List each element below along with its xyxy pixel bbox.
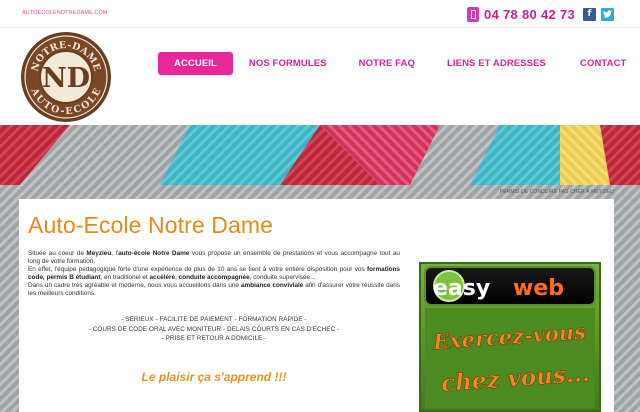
intro-p3-text: Dans un cadre très agréable et moderne, … <box>28 282 241 289</box>
features-list: - SERIEUX - FACILITE DE PAIEMENT - FORMA… <box>28 315 400 344</box>
ad-brand-easy: easy <box>433 276 490 301</box>
main-navigation: ACCUEIL NOS FORMULES NOTRE FAQ LIENS ET … <box>158 52 640 75</box>
contact-strip: 04 78 80 42 73 f <box>467 6 614 22</box>
intro-p2-accelere: accéléré <box>149 274 176 281</box>
easyweb-ad[interactable]: easy web Exercez-vous chez vous... <box>419 262 601 412</box>
auto-ecole-logo[interactable]: NOTRE-DAME AUTO-ECOLE ND <box>20 31 112 123</box>
phone-icon <box>467 6 480 22</box>
easyweb-ad-graphic: easy web Exercez-vous chez vous... <box>421 264 599 410</box>
logo-monogram: ND <box>42 63 90 94</box>
intro-p2-text2: , en traditionel et <box>100 274 150 281</box>
intro-p2-text3: , conduite supervisée... <box>249 274 316 281</box>
feature-line: - PRISE ET RETOUR A DOMICILE - <box>161 335 267 342</box>
intro-p1-text: Située au coeur de <box>28 250 87 257</box>
twitter-icon[interactable] <box>601 7 614 21</box>
breadcrumb[interactable]: PERMIS DE CONDUIRE PAS CHER À MEYZIEU <box>500 189 614 195</box>
nav-notre-faq[interactable]: NOTRE FAQ <box>344 52 430 75</box>
nav-contact[interactable]: CONTACT <box>565 52 640 75</box>
intro-p2-conduite: conduite accompagnée <box>178 274 250 281</box>
feature-line: - COURS DE CODE ORAL AVEC MONITEUR - DEL… <box>88 325 340 333</box>
top-bar: AUTOECOLENOTREDAME.COM 04 78 80 42 73 f <box>0 0 640 28</box>
phone-number[interactable]: 04 78 80 42 73 <box>484 7 575 22</box>
email-link[interactable]: AUTOECOLENOTREDAME.COM <box>22 10 108 16</box>
feature-line: - SERIEUX - FACILITE DE PAIEMENT - FORMA… <box>121 316 307 323</box>
intro-p1-city: Meyzieu <box>86 250 112 257</box>
intro-text: Située au coeur de Meyzieu, l'auto-école… <box>28 250 400 298</box>
ad-brand-web: web <box>513 276 564 301</box>
site-header: NOTRE-DAME AUTO-ECOLE ND ACCUEIL NOS FOR… <box>0 28 640 125</box>
intro-p1-school: auto-école Notre Dame <box>118 250 190 257</box>
slogan: Le plaisir ça s'apprend !!! <box>141 370 287 384</box>
nav-liens-et-adresses[interactable]: LIENS ET ADRESSES <box>432 52 561 75</box>
page-title: Auto-Ecole Notre Dame <box>28 212 273 238</box>
facebook-icon[interactable]: f <box>583 7 596 21</box>
twitter-bird-icon <box>603 10 612 18</box>
nav-nos-formules[interactable]: NOS FORMULES <box>234 52 342 75</box>
intro-p2-text: En effet, l'équipe pédagogique forte d'u… <box>28 266 367 273</box>
page: AUTOECOLENOTREDAME.COM 04 78 80 42 73 f … <box>0 0 640 412</box>
nav-accueil[interactable]: ACCUEIL <box>158 52 233 75</box>
intro-p3-ambiance: ambiance conviviale <box>240 282 304 289</box>
